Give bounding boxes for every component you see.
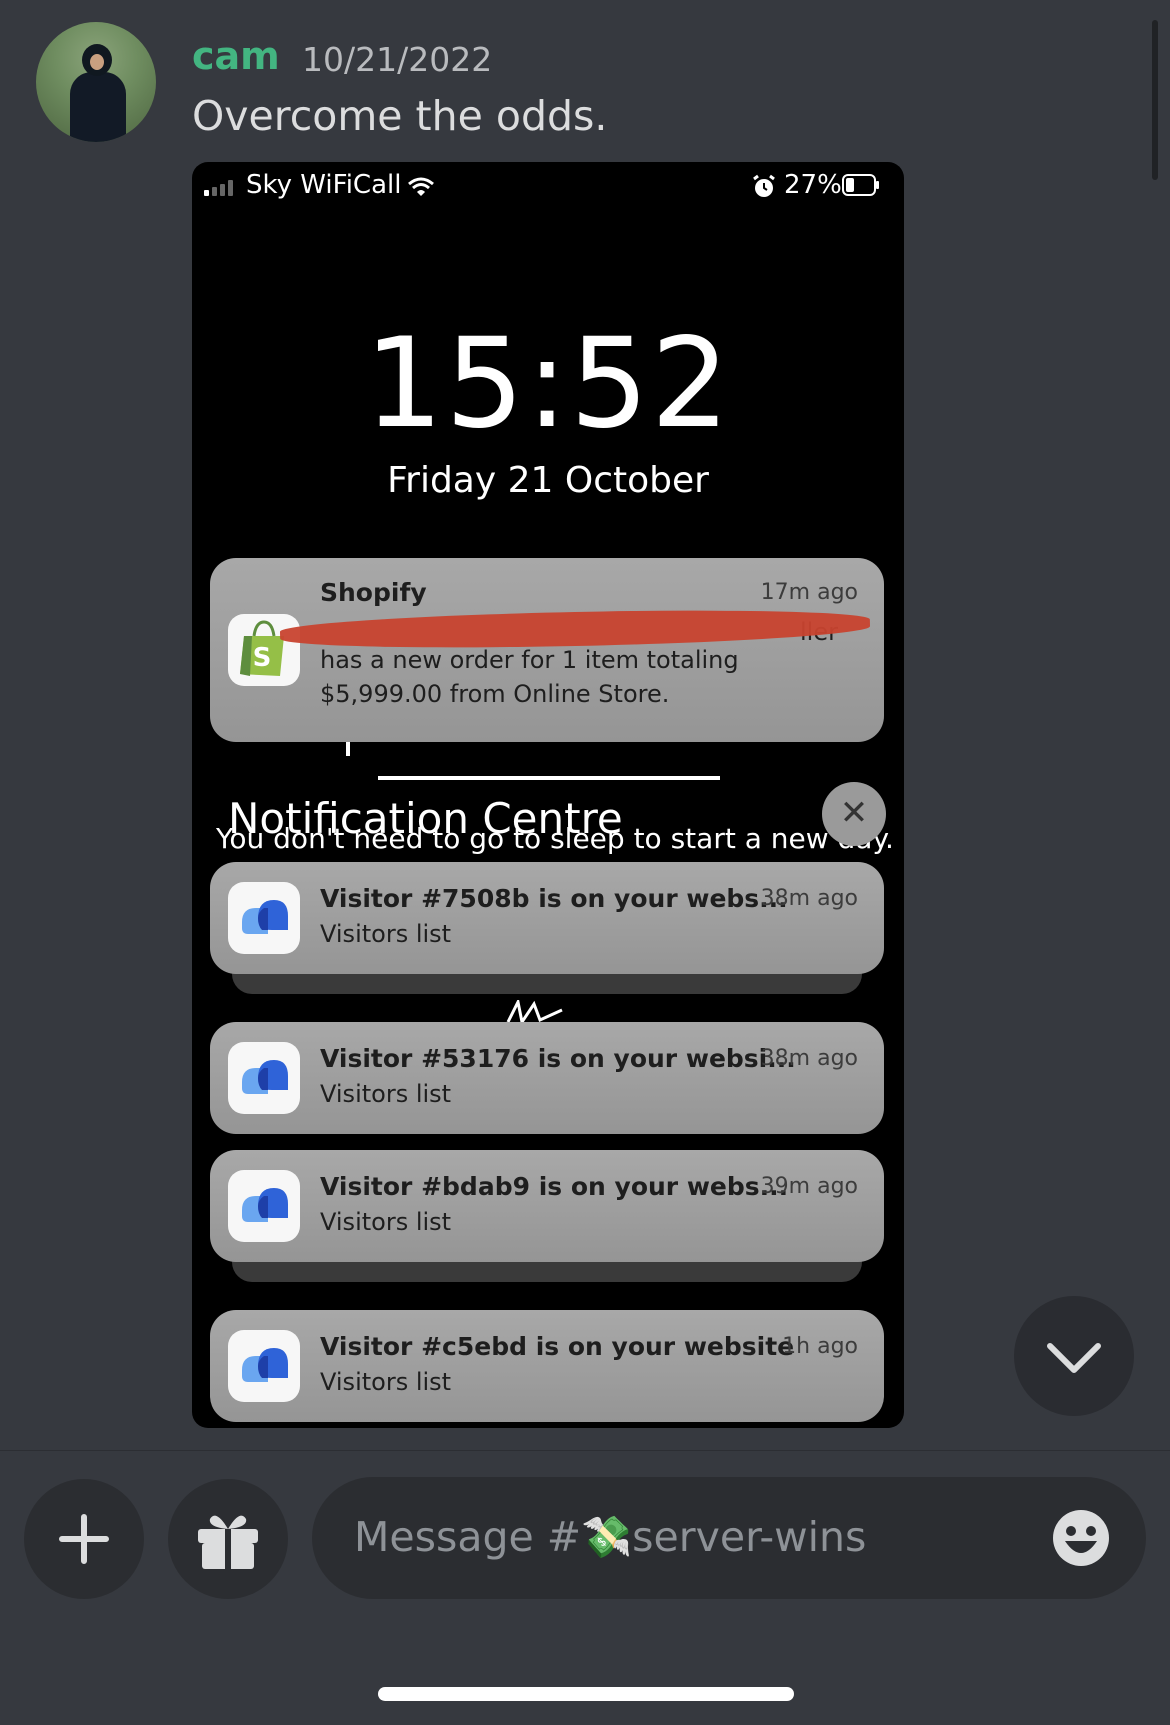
notification-centre-subtitle: You don't need to go to sleep to start a…	[216, 822, 894, 855]
plus-icon	[59, 1514, 109, 1564]
notification-time: 38m ago	[760, 1046, 858, 1071]
money-wings-emoji: 💸	[581, 1513, 633, 1561]
notification-title: Visitor #c5ebd is on your website	[320, 1332, 795, 1361]
message-text: Overcome the odds.	[192, 92, 608, 140]
notification-time: 17m ago	[760, 580, 858, 605]
notification-body: Visitors list	[320, 920, 452, 948]
notification-body-line: $5,999.00 from Online Store.	[320, 680, 670, 708]
notification-title: Visitor #7508b is on your webs...	[320, 884, 788, 913]
visitor-notification[interactable]: Visitor #53176 is on your websi... 38m a…	[210, 1022, 884, 1134]
scrollbar[interactable]	[1152, 20, 1158, 180]
message-username[interactable]: cam	[192, 34, 280, 78]
jump-to-present-button[interactable]	[1014, 1296, 1134, 1416]
wifi-icon	[408, 177, 434, 196]
message-placeholder: Message #💸server-wins	[354, 1513, 867, 1561]
message-composer: Message #💸server-wins	[0, 1450, 1170, 1725]
chat-bubble-icon	[228, 1170, 300, 1242]
notification-time: 39m ago	[760, 1174, 858, 1199]
shopify-notification[interactable]: S Shopify 17m ago ller has a new order f…	[210, 558, 884, 742]
carrier-name: Sky WiFiCall	[246, 170, 402, 200]
background-scribble	[506, 1000, 563, 1024]
battery-percent: 27%	[784, 170, 842, 200]
notification-body: Visitors list	[320, 1080, 452, 1108]
visitor-notification[interactable]: Visitor #7508b is on your webs... 38m ag…	[210, 862, 884, 974]
chat-bubble-icon	[228, 1042, 300, 1114]
phone-status-bar: Sky WiFiCall 27%	[192, 162, 904, 212]
chat-bubble-icon	[228, 882, 300, 954]
svg-text:S: S	[253, 643, 272, 673]
add-attachment-button[interactable]	[24, 1479, 144, 1599]
notification-centre-divider	[378, 776, 720, 780]
alarm-icon	[753, 174, 775, 197]
emoji-picker-icon[interactable]	[1050, 1507, 1112, 1569]
battery-icon	[842, 174, 879, 196]
visitor-notification[interactable]: Visitor #c5ebd is on your website 1h ago…	[210, 1310, 884, 1422]
message-timestamp: 10/21/2022	[302, 40, 493, 79]
user-avatar[interactable]	[36, 22, 156, 142]
notification-body-line: has a new order for 1 item totaling	[320, 646, 739, 674]
gift-button[interactable]	[168, 1479, 288, 1599]
lockscreen-date: Friday 21 October	[387, 460, 709, 501]
notification-title: Visitor #53176 is on your websi...	[320, 1044, 796, 1073]
chat-bubble-icon	[228, 1330, 300, 1402]
notification-app-name: Shopify	[320, 578, 427, 607]
message-input[interactable]: Message #💸server-wins	[312, 1477, 1146, 1599]
notification-time: 38m ago	[760, 886, 858, 911]
chat-message: cam 10/21/2022 Overcome the odds. Sky Wi…	[0, 0, 1170, 1450]
close-icon[interactable]: ✕	[822, 782, 886, 846]
notification-body: Visitors list	[320, 1208, 452, 1236]
notification-time: 1h ago	[782, 1334, 858, 1359]
notification-title: Visitor #bdab9 is on your webs...	[320, 1172, 789, 1201]
chevron-down-icon	[1047, 1343, 1101, 1373]
gift-icon	[198, 1515, 258, 1569]
lockscreen-time: 15:52	[364, 312, 732, 456]
attached-screenshot[interactable]: Sky WiFiCall 27% 15:52 Friday 21 October	[192, 162, 904, 1428]
visitor-notification[interactable]: Visitor #bdab9 is on your webs... 39m ag…	[210, 1150, 884, 1262]
avatar-figure	[70, 72, 126, 142]
notification-body: Visitors list	[320, 1368, 452, 1396]
home-indicator[interactable]	[378, 1687, 794, 1701]
shopify-bag-icon: S	[228, 614, 300, 686]
